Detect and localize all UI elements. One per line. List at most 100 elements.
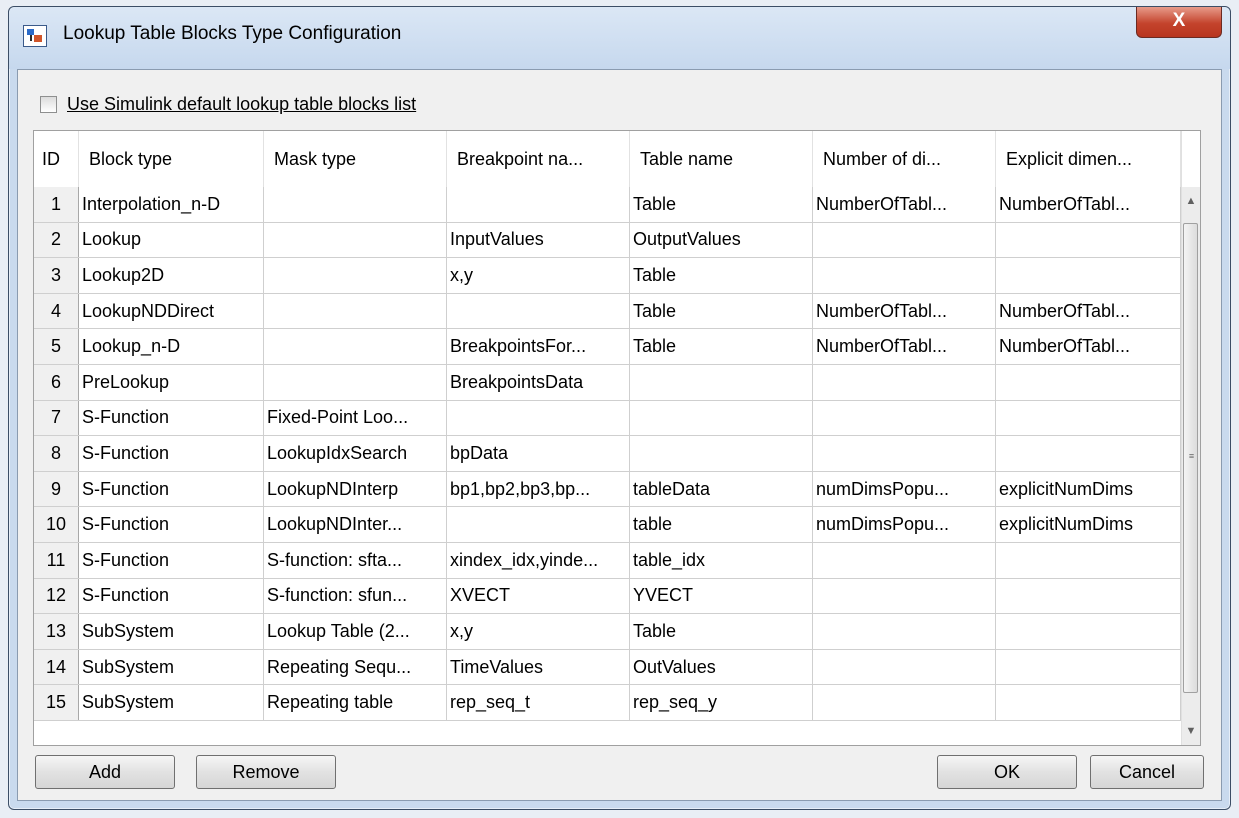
cell-block-type[interactable]: SubSystem: [79, 685, 264, 720]
cell-breakpoint-name[interactable]: x,y: [447, 614, 630, 649]
cell-mask-type[interactable]: S-function: sfun...: [264, 578, 447, 614]
table-row[interactable]: 3 Lookup2D x,y Table: [34, 258, 1181, 294]
cell-table-name[interactable]: table_idx: [630, 542, 813, 578]
cell-breakpoint-name[interactable]: xindex_idx,yinde...: [447, 542, 630, 578]
cell-mask-type[interactable]: [264, 293, 447, 329]
cell-number-of-dims[interactable]: NumberOfTabl...: [813, 293, 996, 329]
cell-number-of-dims[interactable]: [813, 649, 996, 685]
cell-breakpoint-name[interactable]: BreakpointsFor...: [447, 329, 630, 364]
cell-table-name[interactable]: tableData: [630, 471, 813, 507]
cell-mask-type[interactable]: LookupNDInterp: [264, 471, 447, 507]
cell-mask-type[interactable]: Repeating Sequ...: [264, 649, 447, 685]
cell-explicit-dims[interactable]: [996, 614, 1181, 649]
scroll-down-arrow-icon[interactable]: ▼: [1182, 717, 1200, 745]
table-vertical-scrollbar[interactable]: ▲ ≡ ▼: [1181, 131, 1200, 745]
cell-breakpoint-name[interactable]: XVECT: [447, 578, 630, 614]
table-row[interactable]: 15 SubSystem Repeating table rep_seq_t rep_s…: [34, 685, 1181, 721]
cell-number-of-dims[interactable]: [813, 685, 996, 720]
cell-table-name[interactable]: OutputValues: [630, 222, 813, 258]
cell-table-name[interactable]: [630, 400, 813, 436]
cell-number-of-dims[interactable]: NumberOfTabl...: [813, 187, 996, 222]
cell-number-of-dims[interactable]: numDimsPopu...: [813, 507, 996, 542]
cell-breakpoint-name[interactable]: [447, 293, 630, 329]
default-list-checkbox-label[interactable]: Use Simulink default lookup table blocks…: [67, 94, 416, 115]
cell-table-name[interactable]: [630, 364, 813, 400]
cell-table-name[interactable]: YVECT: [630, 578, 813, 614]
cell-mask-type[interactable]: S-function: sfta...: [264, 542, 447, 578]
close-button[interactable]: X: [1136, 7, 1222, 38]
column-header-block-type[interactable]: Block type: [79, 131, 264, 187]
cell-breakpoint-name[interactable]: TimeValues: [447, 649, 630, 685]
cell-block-type[interactable]: SubSystem: [79, 614, 264, 649]
cell-number-of-dims[interactable]: [813, 614, 996, 649]
cell-breakpoint-name[interactable]: x,y: [447, 258, 630, 293]
cell-mask-type[interactable]: LookupIdxSearch: [264, 436, 447, 471]
cell-block-type[interactable]: S-Function: [79, 578, 264, 614]
cell-table-name[interactable]: [630, 436, 813, 471]
column-header-id[interactable]: ID: [34, 131, 79, 187]
cell-explicit-dims[interactable]: NumberOfTabl...: [996, 293, 1181, 329]
cell-mask-type[interactable]: [264, 187, 447, 222]
cell-explicit-dims[interactable]: [996, 578, 1181, 614]
cell-mask-type[interactable]: [264, 258, 447, 293]
column-header-mask-type[interactable]: Mask type: [264, 131, 447, 187]
cell-mask-type[interactable]: [264, 364, 447, 400]
cell-block-type[interactable]: Interpolation_n-D: [79, 187, 264, 222]
cell-mask-type[interactable]: [264, 329, 447, 364]
cell-table-name[interactable]: OutValues: [630, 649, 813, 685]
cell-number-of-dims[interactable]: [813, 436, 996, 471]
cell-explicit-dims[interactable]: NumberOfTabl...: [996, 187, 1181, 222]
title-bar[interactable]: Lookup Table Blocks Type Configuration X: [9, 7, 1230, 69]
cell-block-type[interactable]: LookupNDDirect: [79, 293, 264, 329]
cell-number-of-dims[interactable]: NumberOfTabl...: [813, 329, 996, 364]
cell-number-of-dims[interactable]: [813, 542, 996, 578]
cell-explicit-dims[interactable]: explicitNumDims: [996, 507, 1181, 542]
cell-breakpoint-name[interactable]: bp1,bp2,bp3,bp...: [447, 471, 630, 507]
cell-mask-type[interactable]: [264, 222, 447, 258]
column-header-breakpoint-name[interactable]: Breakpoint na...: [447, 131, 630, 187]
cell-explicit-dims[interactable]: [996, 685, 1181, 720]
cell-mask-type[interactable]: Repeating table: [264, 685, 447, 720]
cell-number-of-dims[interactable]: [813, 258, 996, 293]
blocks-table[interactable]: ID Block type Mask type Breakpoint na...…: [33, 130, 1201, 746]
ok-button[interactable]: OK: [937, 755, 1077, 789]
default-list-option[interactable]: Use Simulink default lookup table blocks…: [40, 92, 416, 116]
cell-table-name[interactable]: rep_seq_y: [630, 685, 813, 720]
cell-explicit-dims[interactable]: [996, 400, 1181, 436]
cell-breakpoint-name[interactable]: InputValues: [447, 222, 630, 258]
add-button[interactable]: Add: [35, 755, 175, 789]
cell-explicit-dims[interactable]: [996, 542, 1181, 578]
remove-button[interactable]: Remove: [196, 755, 336, 789]
cell-mask-type[interactable]: Fixed-Point Loo...: [264, 400, 447, 436]
column-header-explicit-dims[interactable]: Explicit dimen...: [996, 131, 1181, 187]
cell-block-type[interactable]: S-Function: [79, 436, 264, 471]
table-row[interactable]: 4 LookupNDDirect Table NumberOfTabl... Numbe…: [34, 293, 1181, 330]
cell-explicit-dims[interactable]: [996, 364, 1181, 400]
cell-explicit-dims[interactable]: NumberOfTabl...: [996, 329, 1181, 364]
cell-explicit-dims[interactable]: explicitNumDims: [996, 471, 1181, 507]
cell-block-type[interactable]: Lookup: [79, 222, 264, 258]
cell-breakpoint-name[interactable]: [447, 507, 630, 542]
table-row[interactable]: 5 Lookup_n-D BreakpointsFor... Table NumberO…: [34, 329, 1181, 365]
table-row[interactable]: 14 SubSystem Repeating Sequ... TimeValues Ou…: [34, 649, 1181, 686]
table-row[interactable]: 1 Interpolation_n-D Table NumberOfTabl... Nu…: [34, 187, 1181, 223]
cell-breakpoint-name[interactable]: BreakpointsData: [447, 364, 630, 400]
cell-block-type[interactable]: SubSystem: [79, 649, 264, 685]
default-list-checkbox[interactable]: [40, 95, 57, 113]
cell-number-of-dims[interactable]: [813, 578, 996, 614]
cell-block-type[interactable]: S-Function: [79, 471, 264, 507]
cell-block-type[interactable]: Lookup2D: [79, 258, 264, 293]
cell-block-type[interactable]: S-Function: [79, 542, 264, 578]
cell-mask-type[interactable]: LookupNDInter...: [264, 507, 447, 542]
cell-explicit-dims[interactable]: [996, 649, 1181, 685]
cell-breakpoint-name[interactable]: [447, 400, 630, 436]
cell-table-name[interactable]: table: [630, 507, 813, 542]
cell-breakpoint-name[interactable]: rep_seq_t: [447, 685, 630, 720]
cell-breakpoint-name[interactable]: bpData: [447, 436, 630, 471]
cell-number-of-dims[interactable]: [813, 400, 996, 436]
cell-table-name[interactable]: Table: [630, 329, 813, 364]
cell-block-type[interactable]: S-Function: [79, 400, 264, 436]
cell-number-of-dims[interactable]: [813, 222, 996, 258]
cell-mask-type[interactable]: Lookup Table (2...: [264, 614, 447, 649]
cell-table-name[interactable]: Table: [630, 293, 813, 329]
